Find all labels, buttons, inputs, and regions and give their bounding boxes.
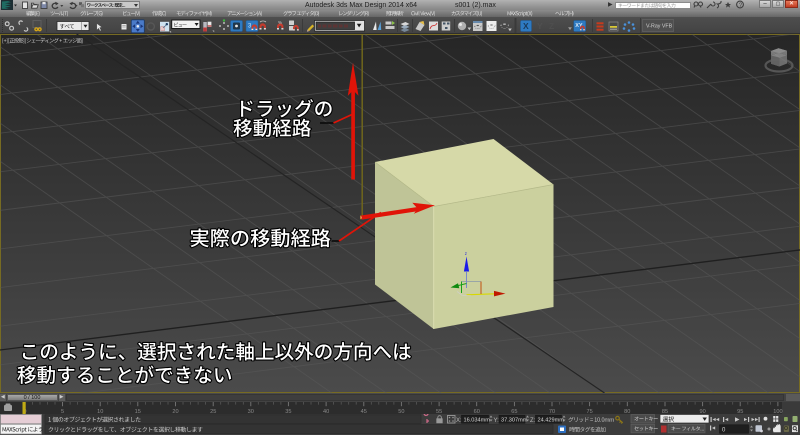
svg-text:%: % xyxy=(278,20,282,25)
svg-text:Y:: Y: xyxy=(494,418,500,424)
svg-text:X: X xyxy=(523,21,529,31)
svg-text:Y: Y xyxy=(537,21,543,31)
svg-text:16.034mm: 16.034mm xyxy=(464,418,491,424)
svg-text:24.429mm: 24.429mm xyxy=(538,418,565,424)
svg-text:37.307mm: 37.307mm xyxy=(501,418,528,424)
svg-text:V-Ray VFB: V-Ray VFB xyxy=(646,24,673,30)
svg-text:X:: X: xyxy=(456,418,462,424)
svg-text:Z: Z xyxy=(549,21,554,31)
svg-text:Z:: Z: xyxy=(530,418,536,424)
